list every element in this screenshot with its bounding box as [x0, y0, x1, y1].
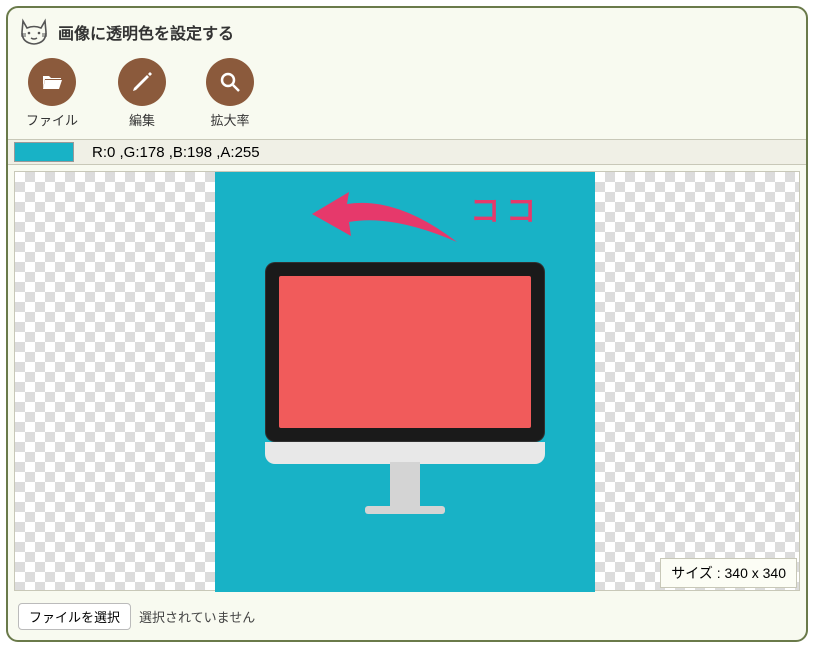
app-panel: 画像に透明色を設定する ファイル 編集 拡大率 R:0 ,G:178 ,B:19… — [6, 6, 808, 642]
tool-file[interactable]: ファイル — [26, 58, 78, 129]
footer: ファイルを選択 選択されていません — [8, 597, 806, 640]
color-swatch[interactable] — [14, 142, 74, 162]
color-values: R:0 ,G:178 ,B:198 ,A:255 — [92, 144, 260, 161]
cat-icon — [18, 16, 50, 48]
tool-edit-label: 編集 — [129, 110, 155, 129]
toolbar: ファイル 編集 拡大率 — [8, 52, 806, 139]
tool-edit[interactable]: 編集 — [118, 58, 166, 129]
page-title: 画像に透明色を設定する — [58, 20, 234, 44]
magnify-icon[interactable] — [206, 58, 254, 106]
tool-zoom-label: 拡大率 — [211, 110, 250, 129]
tool-file-label: ファイル — [26, 110, 78, 129]
monitor-graphic — [265, 262, 545, 462]
file-status-text: 選択されていません — [139, 607, 255, 626]
image-preview: ココ — [215, 172, 595, 592]
annotation-text: ココ — [470, 186, 542, 230]
pencil-icon[interactable] — [118, 58, 166, 106]
title-bar: 画像に透明色を設定する — [8, 8, 806, 52]
canvas[interactable]: ココ サイズ : 340 x 340 — [14, 171, 800, 591]
arrow-icon — [307, 186, 467, 246]
size-badge: サイズ : 340 x 340 — [660, 558, 797, 588]
folder-open-icon[interactable] — [28, 58, 76, 106]
tool-zoom[interactable]: 拡大率 — [206, 58, 254, 129]
color-info-row: R:0 ,G:178 ,B:198 ,A:255 — [8, 139, 806, 165]
file-select-button[interactable]: ファイルを選択 — [18, 603, 131, 630]
